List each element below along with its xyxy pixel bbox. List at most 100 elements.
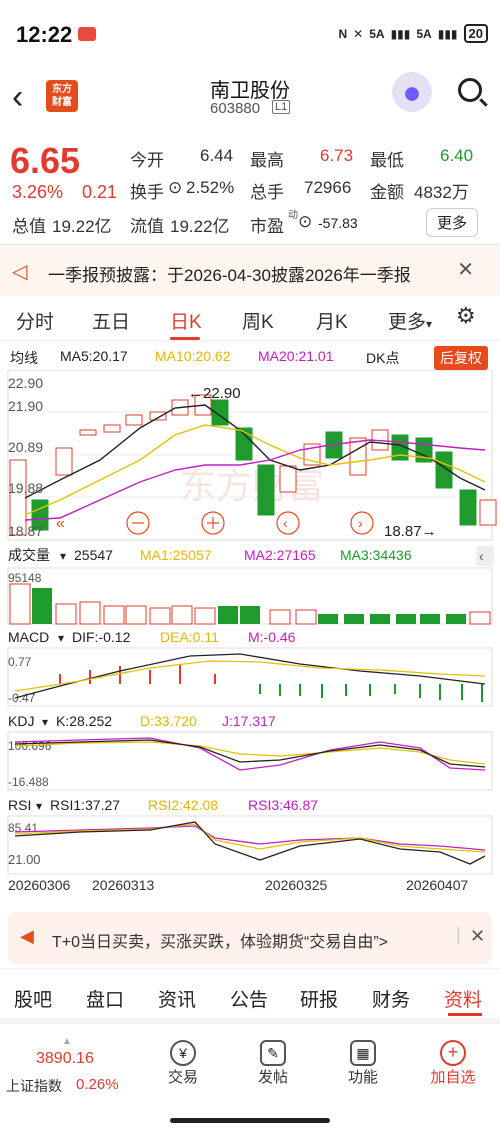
assistant-robot-icon[interactable] bbox=[392, 72, 432, 112]
more-button[interactable]: 更多 bbox=[425, 208, 478, 237]
rsi-label: RSI bbox=[8, 797, 31, 813]
post-button[interactable]: ✎ 发帖 bbox=[258, 1040, 288, 1087]
function-button[interactable]: ▦ 功能 bbox=[348, 1040, 378, 1087]
pe-label: 市盈 bbox=[250, 217, 284, 236]
candle bbox=[235, 427, 253, 461]
megaphone-icon: ◀ bbox=[20, 926, 34, 946]
notice-bar[interactable]: ◁ 一季报预披露：于2026-04-30披露2026年一季报 ✕ bbox=[0, 244, 500, 296]
post-label: 发帖 bbox=[258, 1069, 289, 1086]
trade-button[interactable]: ¥ 交易 bbox=[168, 1040, 198, 1087]
home-indicator bbox=[170, 1118, 330, 1123]
kdj-j: J:17.317 bbox=[222, 713, 276, 729]
info-icon[interactable]: ⊙ bbox=[298, 212, 312, 232]
add-watchlist-button[interactable]: + 加自选 bbox=[428, 1040, 478, 1087]
tab-finance[interactable]: 财务 bbox=[372, 985, 410, 1012]
mute-icon: ✕ bbox=[353, 26, 364, 41]
volume-bar bbox=[396, 614, 416, 624]
svg-text:▾: ▾ bbox=[58, 631, 64, 645]
kdj-k: K:28.252 bbox=[56, 713, 112, 729]
tab-daily-k[interactable]: 日K bbox=[170, 307, 202, 334]
high-value: 6.73 bbox=[320, 146, 354, 165]
macd-dif: DIF:-0.12 bbox=[72, 629, 131, 645]
promo-divider: | bbox=[456, 924, 461, 944]
amount-label: 金额 bbox=[370, 183, 404, 202]
axis-label-2: 21.90 bbox=[8, 398, 43, 414]
candle bbox=[103, 424, 121, 433]
volume-label: 成交量 bbox=[8, 547, 50, 563]
kdj-axis-bottom: -16.488 bbox=[8, 775, 49, 789]
macd-axis-top: 0.77 bbox=[8, 655, 32, 669]
turnover-label: 换手 bbox=[130, 183, 164, 202]
rsi-2: RSI2:42.08 bbox=[148, 797, 218, 813]
volume-panel: 成交量 ▾ 25547 MA1:25057 MA2:27165 MA3:3443… bbox=[7, 546, 494, 625]
candle bbox=[349, 437, 367, 476]
high-marker-value: 22.90 bbox=[203, 385, 241, 402]
date-label-2: 20260313 bbox=[92, 877, 155, 893]
add-watchlist-label: 加自选 bbox=[430, 1069, 476, 1086]
prev-button bbox=[276, 511, 300, 535]
volume-value: 25547 bbox=[74, 547, 113, 563]
tab-announcements[interactable]: 公告 bbox=[230, 985, 268, 1012]
yuan-icon: ¥ bbox=[170, 1040, 196, 1066]
volume-bar bbox=[295, 609, 317, 625]
floatcap-label: 流值 bbox=[130, 217, 164, 236]
tab-weekly-k[interactable]: 周K bbox=[242, 307, 274, 334]
tab-intraday[interactable]: 分时 bbox=[16, 307, 54, 334]
settings-gear-icon[interactable]: ⚙ bbox=[456, 303, 476, 329]
pe-value: -57.83 bbox=[318, 215, 358, 231]
candle bbox=[435, 451, 453, 489]
tab-more-label: 更多 bbox=[388, 312, 427, 333]
notice-text: 一季报预披露：于2026-04-30披露2026年一季报 bbox=[48, 266, 411, 285]
volume-bar bbox=[79, 601, 101, 625]
volume-bar bbox=[125, 605, 147, 625]
index-name[interactable]: 上证指数 bbox=[6, 1076, 62, 1096]
adjust-button[interactable]: 后复权 bbox=[434, 346, 488, 370]
tab-monthly-k[interactable]: 月K bbox=[316, 307, 348, 334]
open-label: 今开 bbox=[130, 151, 164, 170]
tab-news[interactable]: 资讯 bbox=[158, 985, 196, 1012]
volume-bar bbox=[420, 614, 440, 624]
date-label-3: 20260325 bbox=[265, 877, 328, 893]
search-icon[interactable] bbox=[458, 78, 482, 102]
rsi-panel: RSI ▾ RSI1:37.27 RSI2:42.08 RSI3:46.87 8… bbox=[7, 797, 493, 893]
candle bbox=[55, 447, 73, 476]
date-label-4: 20260407 bbox=[406, 877, 469, 893]
tab-pankou[interactable]: 盘口 bbox=[86, 985, 124, 1012]
tab-more[interactable]: 更多▾ bbox=[388, 307, 432, 334]
level-badge: L1 bbox=[272, 100, 291, 114]
volume-bar bbox=[171, 605, 193, 625]
open-value: 6.44 bbox=[200, 146, 234, 165]
ma-label[interactable]: 均线 bbox=[10, 348, 38, 368]
trade-label: 交易 bbox=[168, 1069, 199, 1086]
index-value[interactable]: 3890.16 bbox=[36, 1050, 94, 1068]
dk-point[interactable]: DK点 bbox=[366, 348, 399, 368]
candle bbox=[79, 429, 97, 436]
volume-bar bbox=[269, 609, 291, 625]
dif-line bbox=[14, 653, 486, 699]
volume-bar bbox=[55, 603, 77, 625]
kline-chart[interactable]: 东方财富 22.90 21.90 20.89 19.88 18.87 ←22.9… bbox=[0, 370, 500, 910]
axis-label-5: 18.87 bbox=[8, 523, 43, 539]
tab-five-day[interactable]: 五日 bbox=[92, 307, 130, 334]
chevron-up-icon[interactable]: ▲ bbox=[62, 1036, 72, 1047]
svg-text:›: › bbox=[358, 515, 363, 531]
nfc-icon: N bbox=[338, 26, 348, 41]
volume-bar bbox=[318, 614, 338, 624]
tab-profile[interactable]: 资料 bbox=[444, 985, 482, 1012]
content-tabs: 股吧 盘口 资讯 公告 研报 财务 资料 bbox=[0, 968, 500, 1024]
pe-dynamic-label: 动 bbox=[288, 210, 298, 221]
amount-value: 4832万 bbox=[414, 183, 469, 202]
info-icon[interactable]: ⊙ bbox=[168, 178, 182, 198]
kdj-d: D:33.720 bbox=[140, 713, 197, 729]
close-icon[interactable]: ✕ bbox=[470, 926, 485, 947]
index-pct: 0.26% bbox=[76, 1076, 119, 1093]
volume-value: 72966 bbox=[304, 178, 352, 197]
tab-guba[interactable]: 股吧 bbox=[14, 985, 52, 1012]
promo-banner[interactable]: ◀ T+0当日买卖，买涨买跌，体验期货“交易自由”> | ✕ bbox=[8, 912, 492, 964]
date-label-1: 20260306 bbox=[8, 877, 71, 893]
speaker-icon: ◁ bbox=[12, 261, 28, 283]
close-icon[interactable]: ✕ bbox=[457, 257, 474, 282]
tab-research[interactable]: 研报 bbox=[300, 985, 338, 1012]
signal-1-label: 5A bbox=[369, 26, 385, 41]
signal-2-label: 5A bbox=[416, 26, 432, 41]
